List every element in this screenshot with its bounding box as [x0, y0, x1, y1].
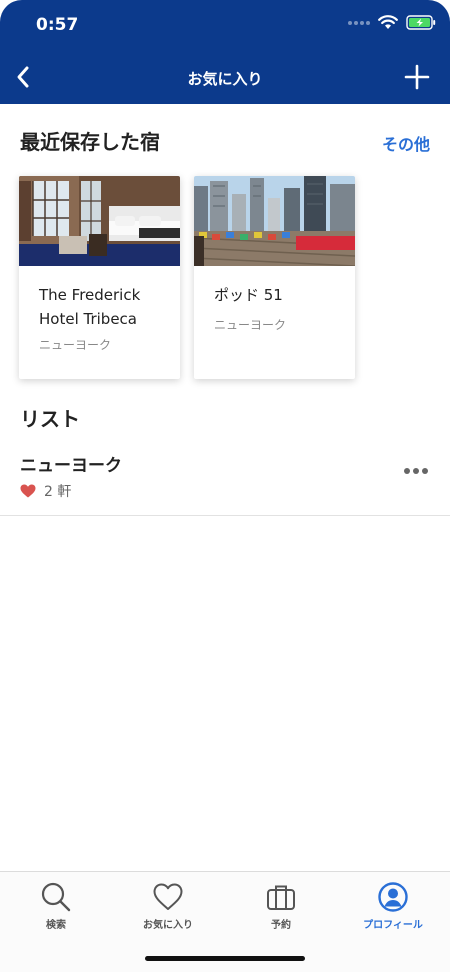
- battery-icon: [406, 15, 436, 30]
- heart-icon: [20, 484, 36, 498]
- list-item[interactable]: ニューヨーク 2 軒: [0, 448, 450, 516]
- tab-label: 検索: [46, 920, 66, 931]
- hotel-location: ニューヨーク: [39, 338, 112, 352]
- list-count-row: 2 軒: [20, 481, 71, 501]
- list-name: ニューヨーク: [20, 456, 122, 476]
- status-time: 0:57: [36, 15, 79, 35]
- app-header: 0:57 お気に入り: [0, 0, 450, 104]
- page-title: お気に入り: [187, 70, 263, 88]
- search-icon: [41, 882, 71, 912]
- wifi-icon: [378, 15, 398, 30]
- tab-favorites[interactable]: お気に入り: [112, 872, 224, 942]
- lists-section-title: リスト: [20, 407, 80, 431]
- briefcase-icon: [267, 885, 295, 910]
- hotel-photo: [19, 176, 180, 266]
- hotel-name: The Frederick Hotel Tribeca: [39, 286, 141, 328]
- home-indicator: [145, 956, 305, 961]
- plus-icon: [404, 64, 430, 90]
- add-button[interactable]: [404, 64, 430, 90]
- tab-label: プロフィール: [363, 920, 423, 931]
- more-link[interactable]: その他: [382, 131, 430, 155]
- tab-search[interactable]: 検索: [0, 872, 112, 942]
- hotel-name: ポッド 51: [214, 286, 283, 304]
- hotel-photo: [194, 176, 355, 266]
- cellular-signal-icon: [348, 20, 370, 25]
- list-count: 2 軒: [44, 484, 72, 500]
- profile-icon: [378, 882, 408, 912]
- tab-label: 予約: [271, 920, 291, 931]
- tab-profile[interactable]: プロフィール: [337, 872, 449, 942]
- recent-section-title: 最近保存した宿: [20, 130, 160, 154]
- more-options-icon[interactable]: [404, 464, 432, 478]
- hotel-location: ニューヨーク: [214, 318, 287, 332]
- status-indicators: [348, 15, 436, 30]
- hotel-card[interactable]: ポッド 51 ニューヨーク: [194, 176, 355, 379]
- hotel-card[interactable]: The Frederick Hotel Tribeca ニューヨーク: [19, 176, 180, 379]
- tab-bookings[interactable]: 予約: [225, 872, 337, 942]
- tab-label: お気に入り: [143, 920, 193, 931]
- heart-icon: [153, 883, 183, 910]
